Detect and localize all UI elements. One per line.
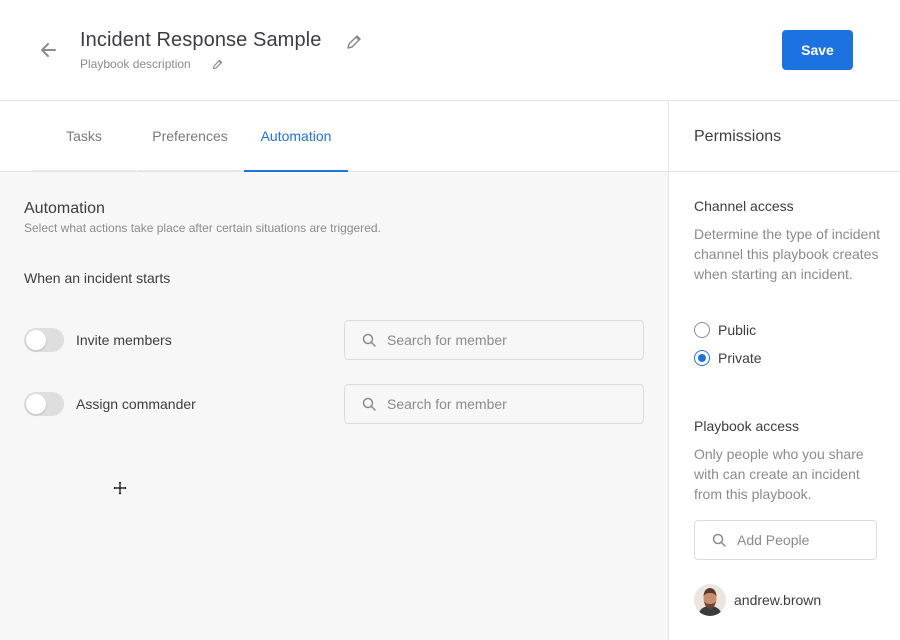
search-icon [361, 332, 377, 348]
search-icon [711, 532, 727, 548]
avatar [694, 584, 726, 616]
save-button[interactable]: Save [782, 30, 853, 70]
move-cursor-icon [112, 480, 128, 496]
search-placeholder: Search for member [387, 332, 507, 348]
pencil-icon [347, 35, 361, 49]
tab-preferences[interactable]: Preferences [138, 101, 242, 171]
toggle-knob [26, 330, 46, 350]
page-title: Incident Response Sample [80, 29, 322, 51]
playbook-description[interactable]: Playbook description [80, 57, 191, 71]
tab-tasks[interactable]: Tasks [32, 101, 136, 171]
tab-bar: Tasks Preferences Automation [0, 101, 668, 172]
permissions-sidebar: Permissions Channel access Determine the… [668, 101, 900, 640]
tab-automation[interactable]: Automation [244, 101, 348, 172]
edit-title-button[interactable] [344, 32, 364, 52]
search-placeholder: Search for member [387, 396, 507, 412]
playbook-access-description: Only people who you share with can creat… [694, 446, 864, 502]
invite-members-toggle[interactable] [24, 328, 64, 352]
radio-public[interactable]: Public [694, 322, 756, 338]
edit-description-button[interactable] [210, 57, 224, 71]
arrow-left-icon [41, 43, 56, 57]
permissions-title: Permissions [694, 128, 782, 145]
radio-private[interactable]: Private [694, 350, 762, 366]
radio-button[interactable] [694, 322, 710, 338]
channel-access-label: Channel access [694, 198, 794, 214]
member-username: andrew.brown [734, 592, 822, 608]
permissions-header: Permissions [669, 101, 900, 172]
search-icon [361, 396, 377, 412]
member-row: andrew.brown [694, 584, 821, 616]
back-button[interactable] [36, 38, 60, 62]
page-header: Incident Response Sample Playbook descri… [0, 0, 900, 101]
toggle-knob [26, 394, 46, 414]
radio-private-label: Private [718, 350, 762, 366]
pencil-icon [212, 59, 222, 69]
add-people-placeholder: Add People [737, 532, 810, 548]
invite-members-search[interactable]: Search for member [344, 320, 644, 360]
assign-commander-label: Assign commander [76, 396, 196, 412]
playbook-access-label: Playbook access [694, 418, 800, 434]
radio-public-label: Public [718, 322, 757, 338]
automation-subtitle: Select what actions take place after cer… [24, 221, 381, 235]
invite-members-label: Invite members [76, 332, 172, 348]
main-panel: Tasks Preferences Automation Automation … [0, 101, 668, 640]
assign-commander-search[interactable]: Search for member [344, 384, 644, 424]
assign-commander-toggle[interactable] [24, 392, 64, 416]
trigger-label: When an incident starts [24, 270, 171, 286]
automation-title: Automation [24, 200, 105, 217]
radio-button-checked[interactable] [694, 350, 710, 366]
add-people-input[interactable]: Add People [694, 520, 877, 560]
channel-access-description: Determine the type of incident channel t… [694, 226, 880, 282]
